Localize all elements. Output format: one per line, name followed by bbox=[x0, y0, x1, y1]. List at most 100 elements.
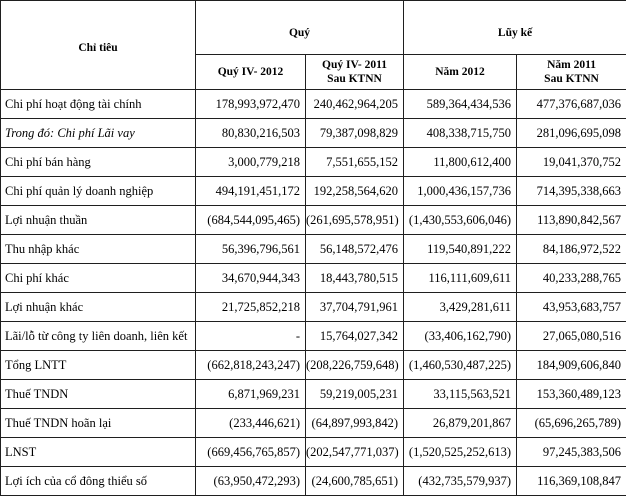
value-cell: 97,245,383,506 bbox=[517, 438, 626, 467]
table-row: Chi phí khác34,670,944,34318,443,780,515… bbox=[1, 264, 626, 293]
value-cell: 21,725,852,218 bbox=[196, 293, 306, 322]
value-cell: - bbox=[196, 322, 306, 351]
indicator-header: Chỉ tiêu bbox=[1, 1, 196, 90]
value-cell: (202,547,771,037) bbox=[306, 438, 404, 467]
value-cell: 56,148,572,476 bbox=[306, 235, 404, 264]
value-cell: (662,818,243,247) bbox=[196, 351, 306, 380]
value-cell: 116,369,108,847 bbox=[517, 467, 626, 496]
value-cell: (64,897,993,842) bbox=[306, 409, 404, 438]
value-cell: 281,096,695,098 bbox=[517, 119, 626, 148]
table-row: Chi phí hoạt động tài chính178,993,972,4… bbox=[1, 90, 626, 119]
value-cell: 408,338,715,750 bbox=[404, 119, 517, 148]
value-cell: 153,360,489,123 bbox=[517, 380, 626, 409]
value-cell: 477,376,687,036 bbox=[517, 90, 626, 119]
value-cell: 1,000,436,157,736 bbox=[404, 177, 517, 206]
table-row: Lãi/lỗ từ công ty liên doanh, liên kết-1… bbox=[1, 322, 626, 351]
value-cell: 59,219,005,231 bbox=[306, 380, 404, 409]
value-cell: 33,115,563,521 bbox=[404, 380, 517, 409]
value-cell: (24,600,785,651) bbox=[306, 467, 404, 496]
value-cell: 26,879,201,867 bbox=[404, 409, 517, 438]
value-cell: (63,950,472,293) bbox=[196, 467, 306, 496]
column-header-line1: Quý IV- 2012 bbox=[196, 65, 305, 79]
row-label: Lợi nhuận khác bbox=[1, 293, 196, 322]
column-header-line1: Năm 2011 bbox=[517, 58, 626, 72]
value-cell: (669,456,765,857) bbox=[196, 438, 306, 467]
value-cell: (1,430,553,606,046) bbox=[404, 206, 517, 235]
value-cell: 34,670,944,343 bbox=[196, 264, 306, 293]
table-row: Thuế TNDN hoãn lại(233,446,621)(64,897,9… bbox=[1, 409, 626, 438]
row-label: Thuế TNDN hoãn lại bbox=[1, 409, 196, 438]
value-cell: 113,890,842,567 bbox=[517, 206, 626, 235]
row-label: Lợi ích của cổ đông thiểu số bbox=[1, 467, 196, 496]
value-cell: 56,396,796,561 bbox=[196, 235, 306, 264]
column-header-line2: Sau KTNN bbox=[306, 72, 403, 86]
value-cell: 79,387,098,829 bbox=[306, 119, 404, 148]
table-row: Tổng LNTT(662,818,243,247)(208,226,759,6… bbox=[1, 351, 626, 380]
value-cell: 178,993,972,470 bbox=[196, 90, 306, 119]
value-cell: (1,520,525,252,613) bbox=[404, 438, 517, 467]
table-row: Thuế TNDN6,871,969,23159,219,005,23133,1… bbox=[1, 380, 626, 409]
value-cell: 192,258,564,620 bbox=[306, 177, 404, 206]
row-label: Chi phí khác bbox=[1, 264, 196, 293]
column-header-q4-2011: Quý IV- 2011 Sau KTNN bbox=[306, 55, 404, 90]
value-cell: (233,446,621) bbox=[196, 409, 306, 438]
value-cell: 19,041,370,752 bbox=[517, 148, 626, 177]
row-label: Chi phí hoạt động tài chính bbox=[1, 90, 196, 119]
table-row: Lợi nhuận khác21,725,852,21837,704,791,9… bbox=[1, 293, 626, 322]
value-cell: 37,704,791,961 bbox=[306, 293, 404, 322]
row-label: Chi phí bán hàng bbox=[1, 148, 196, 177]
column-header-line1: Năm 2012 bbox=[404, 65, 516, 79]
row-label: LNST bbox=[1, 438, 196, 467]
value-cell: 184,909,606,840 bbox=[517, 351, 626, 380]
value-cell: 27,065,080,516 bbox=[517, 322, 626, 351]
value-cell: 43,953,683,757 bbox=[517, 293, 626, 322]
value-cell: 119,540,891,222 bbox=[404, 235, 517, 264]
value-cell: 3,000,779,218 bbox=[196, 148, 306, 177]
row-label: Lợi nhuận thuần bbox=[1, 206, 196, 235]
value-cell: 15,764,027,342 bbox=[306, 322, 404, 351]
value-cell: 7,551,655,152 bbox=[306, 148, 404, 177]
value-cell: 240,462,964,205 bbox=[306, 90, 404, 119]
row-label: Tổng LNTT bbox=[1, 351, 196, 380]
table-row: Trong đó: Chi phí Lãi vay80,830,216,5037… bbox=[1, 119, 626, 148]
cumulative-group-header: Lũy kế bbox=[404, 1, 626, 55]
row-label: Thuế TNDN bbox=[1, 380, 196, 409]
column-header-q4-2012: Quý IV- 2012 bbox=[196, 55, 306, 90]
value-cell: (33,406,162,790) bbox=[404, 322, 517, 351]
quarter-group-header: Quý bbox=[196, 1, 404, 55]
value-cell: 116,111,609,611 bbox=[404, 264, 517, 293]
value-cell: (684,544,095,465) bbox=[196, 206, 306, 235]
value-cell: 494,191,451,172 bbox=[196, 177, 306, 206]
value-cell: 714,395,338,663 bbox=[517, 177, 626, 206]
row-label: Lãi/lỗ từ công ty liên doanh, liên kết bbox=[1, 322, 196, 351]
table-row: LNST(669,456,765,857)(202,547,771,037)(1… bbox=[1, 438, 626, 467]
value-cell: (261,695,578,951) bbox=[306, 206, 404, 235]
value-cell: (208,226,759,648) bbox=[306, 351, 404, 380]
column-header-line2: Sau KTNN bbox=[517, 72, 626, 86]
value-cell: (65,696,265,789) bbox=[517, 409, 626, 438]
row-label: Chi phí quản lý doanh nghiệp bbox=[1, 177, 196, 206]
column-header-year-2012: Năm 2012 bbox=[404, 55, 517, 90]
value-cell: 40,233,288,765 bbox=[517, 264, 626, 293]
value-cell: 589,364,434,536 bbox=[404, 90, 517, 119]
value-cell: 3,429,281,611 bbox=[404, 293, 517, 322]
row-label: Trong đó: Chi phí Lãi vay bbox=[1, 119, 196, 148]
value-cell: 84,186,972,522 bbox=[517, 235, 626, 264]
value-cell: 80,830,216,503 bbox=[196, 119, 306, 148]
table-row: Chi phí quản lý doanh nghiệp494,191,451,… bbox=[1, 177, 626, 206]
financial-results-table: Chỉ tiêu Quý Lũy kế Quý IV- 2012 Quý IV-… bbox=[0, 0, 626, 496]
table-row: Chi phí bán hàng3,000,779,2187,551,655,1… bbox=[1, 148, 626, 177]
table-row: Lợi nhuận thuần(684,544,095,465)(261,695… bbox=[1, 206, 626, 235]
value-cell: 11,800,612,400 bbox=[404, 148, 517, 177]
table-row: Thu nhập khác56,396,796,56156,148,572,47… bbox=[1, 235, 626, 264]
column-header-line1: Quý IV- 2011 bbox=[306, 58, 403, 72]
table-body: Chi phí hoạt động tài chính178,993,972,4… bbox=[1, 90, 626, 496]
table-row: Lợi ích của cổ đông thiểu số(63,950,472,… bbox=[1, 467, 626, 496]
row-label: Thu nhập khác bbox=[1, 235, 196, 264]
column-header-year-2011: Năm 2011 Sau KTNN bbox=[517, 55, 626, 90]
value-cell: (1,460,530,487,225) bbox=[404, 351, 517, 380]
value-cell: 18,443,780,515 bbox=[306, 264, 404, 293]
header-row-groups: Chỉ tiêu Quý Lũy kế bbox=[1, 1, 626, 55]
value-cell: 6,871,969,231 bbox=[196, 380, 306, 409]
value-cell: (432,735,579,937) bbox=[404, 467, 517, 496]
